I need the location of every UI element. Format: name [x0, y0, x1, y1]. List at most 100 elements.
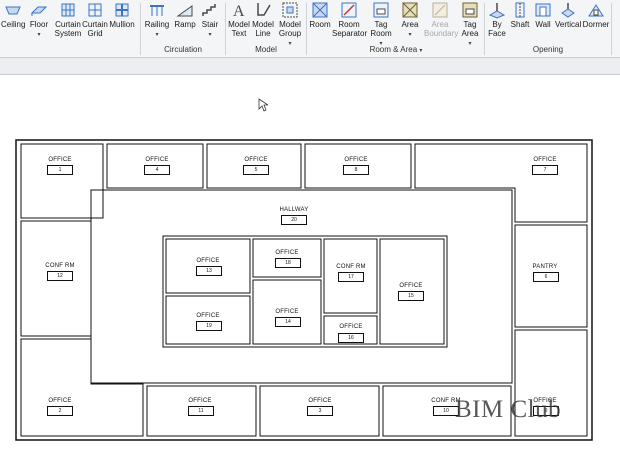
curtain-grid-label: Curtain Grid	[82, 20, 108, 38]
room-outline	[414, 143, 588, 223]
room-tag[interactable]: 20	[281, 215, 307, 225]
vertical-opening-button[interactable]: Vertical	[555, 1, 581, 29]
railing-button[interactable]: Railing ▾	[144, 1, 170, 40]
ramp-button[interactable]: Ramp	[173, 1, 197, 29]
panel-separator	[306, 3, 307, 55]
panel-label-opening: Opening	[532, 45, 564, 54]
model-line-button[interactable]: Model Line	[251, 1, 275, 38]
model-line-label: Model Line	[252, 20, 274, 38]
room-tag[interactable]: 18	[275, 258, 301, 268]
stair-icon	[202, 4, 216, 16]
dormer-icon	[588, 4, 604, 17]
panel-label-model: Model	[255, 45, 277, 54]
tag-area-button[interactable]: Tag Area ▾	[458, 1, 482, 49]
room-name: OFFICE	[188, 398, 212, 404]
room-tag[interactable]: 16	[338, 333, 364, 343]
options-bar	[0, 58, 620, 75]
panel-label-room-area[interactable]: Room & Area ▾	[308, 45, 484, 54]
by-face-button[interactable]: By Face	[486, 1, 508, 38]
curtain-system-label: Curtain System	[54, 20, 82, 38]
floor-icon	[30, 6, 48, 16]
room-name: OFFICE	[48, 157, 72, 163]
room-tag[interactable]: 7	[532, 165, 558, 175]
room-icon	[312, 2, 328, 18]
room-name: OFFICE	[344, 157, 368, 163]
room-separator-button[interactable]: Room Separator	[332, 1, 368, 38]
railing-icon	[150, 5, 164, 16]
room-tag[interactable]: 4	[144, 165, 170, 175]
shaft-button[interactable]: Shaft	[508, 1, 532, 29]
mullion-label: Mullion	[109, 20, 135, 29]
model-group-button[interactable]: Model Group ▾	[277, 1, 303, 49]
room-tag[interactable]: 19	[196, 321, 222, 331]
vertical-opening-icon	[561, 3, 575, 18]
mullion-button[interactable]: Mullion	[108, 1, 136, 29]
room-name: CONF RM	[336, 264, 366, 270]
ramp-icon	[176, 5, 193, 17]
curtain-system-button[interactable]: Curtain System	[54, 1, 82, 38]
tag-room-button[interactable]: Tag Room ▾	[368, 1, 394, 49]
stair-label: Stair	[201, 20, 219, 29]
model-group-icon	[282, 2, 298, 18]
room-tag[interactable]: 2	[47, 406, 73, 416]
room-name: OFFICE	[196, 258, 220, 264]
ceiling-label: Ceiling	[1, 20, 26, 29]
floor-label: Floor	[29, 20, 49, 29]
curtain-grid-button[interactable]: Curtain Grid	[82, 1, 108, 38]
exterior-wall	[15, 139, 593, 441]
ribbon: Ceiling Floor ▾ Curtain System Curtain Gr…	[0, 0, 620, 58]
dormer-label: Dormer	[582, 20, 610, 29]
vertical-opening-label: Vertical	[555, 20, 582, 29]
room-name: OFFICE	[533, 157, 557, 163]
room-tag[interactable]: 17	[338, 272, 364, 282]
ceiling-button[interactable]: Ceiling	[1, 1, 25, 29]
room-tag[interactable]: 15	[398, 291, 424, 301]
model-group-label: Model Group	[278, 20, 302, 38]
room-tag[interactable]: 6	[533, 272, 559, 282]
svg-text:A: A	[233, 3, 245, 19]
room-outline	[165, 295, 251, 345]
mouse-cursor-icon	[258, 98, 268, 112]
room-outline	[20, 338, 144, 437]
model-text-label: Model Text	[228, 20, 250, 38]
ramp-label: Ramp	[174, 20, 196, 29]
room-outline	[20, 143, 104, 219]
area-boundary-icon	[432, 2, 448, 18]
room-name: HALLWAY	[279, 207, 309, 213]
room-tag[interactable]: 11	[188, 406, 214, 416]
floor-button[interactable]: Floor ▾	[28, 1, 50, 40]
by-face-label: By Face	[488, 20, 506, 38]
curtain-grid-icon	[88, 3, 102, 17]
stair-button[interactable]: Stair ▾	[198, 1, 222, 40]
model-text-button[interactable]: A Model Text	[227, 1, 251, 38]
model-line-icon	[257, 3, 271, 16]
room-separator-icon	[341, 2, 357, 18]
tag-area-icon	[462, 2, 478, 18]
room-button[interactable]: Room	[309, 1, 331, 29]
room-tag[interactable]: 13	[196, 266, 222, 276]
room-tag[interactable]: 5	[243, 165, 269, 175]
area-boundary-button[interactable]: Area Boundary	[424, 1, 459, 38]
wall-opening-button[interactable]: Wall	[532, 1, 554, 29]
ceiling-icon	[5, 6, 21, 15]
room-tag[interactable]: 12	[47, 271, 73, 281]
room-tag[interactable]: 1	[47, 165, 73, 175]
room-tag[interactable]: 8	[343, 165, 369, 175]
model-text-icon: A	[233, 3, 245, 19]
area-boundary-label: Area Boundary	[424, 20, 459, 38]
wall-opening-label: Wall	[535, 20, 551, 29]
room-name: OFFICE	[308, 398, 332, 404]
tag-area-label: Tag Area	[461, 20, 479, 38]
room-name: PANTRY	[532, 264, 558, 270]
area-button[interactable]: Area ▾	[398, 1, 422, 40]
area-label: Area	[401, 20, 419, 29]
room-name: CONF RM	[45, 263, 75, 269]
room-tag[interactable]: 3	[307, 406, 333, 416]
panel-separator	[140, 3, 141, 55]
shaft-icon	[515, 2, 525, 18]
room-tag[interactable]: 14	[275, 317, 301, 327]
shaft-label: Shaft	[510, 20, 530, 29]
dormer-button[interactable]: Dormer	[582, 1, 610, 29]
mullion-icon	[115, 3, 129, 17]
room-separator-label: Room Separator	[332, 20, 368, 38]
